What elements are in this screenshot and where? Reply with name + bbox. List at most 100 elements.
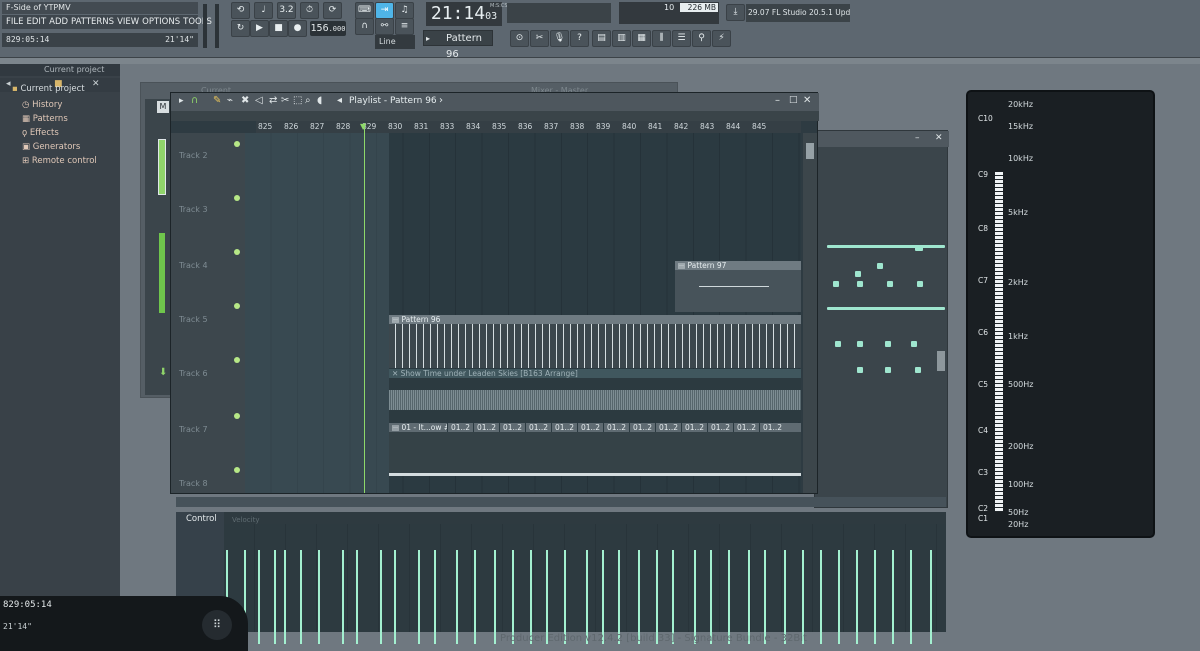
velocity-bar[interactable] <box>564 550 566 644</box>
plugin-icon[interactable]: ⚲ <box>692 30 711 47</box>
velocity-bar[interactable] <box>910 550 912 644</box>
maximize-icon[interactable]: □ <box>789 95 798 105</box>
delete-icon[interactable]: ✖ <box>241 95 249 106</box>
piano-roll-note[interactable] <box>857 281 863 287</box>
velocity-bar[interactable] <box>394 550 396 644</box>
slice-icon[interactable]: ✂ <box>281 95 289 106</box>
download-icon[interactable]: ⤓ <box>726 4 745 21</box>
clip-chop[interactable]: 01..2 <box>656 423 681 432</box>
slip-icon[interactable]: ⇄ <box>269 95 277 106</box>
metronome-button[interactable]: ♩ <box>254 2 273 19</box>
track-mute-dot[interactable] <box>234 357 240 363</box>
channels-icon[interactable]: ▦ <box>632 30 651 47</box>
clip-audio[interactable]: ✕ Show Time under Leaden Skies [B163 Arr… <box>389 369 801 378</box>
track-label[interactable]: Track 2 <box>179 151 208 160</box>
velocity-bar[interactable] <box>318 550 320 644</box>
velocity-bar[interactable] <box>456 550 458 644</box>
velocity-bar[interactable] <box>930 550 932 644</box>
typing-keyboard-icon[interactable]: ♫ <box>395 2 414 19</box>
velocity-bar[interactable] <box>710 550 712 644</box>
piano-roll-note[interactable] <box>827 245 945 248</box>
scroll-thumb[interactable] <box>806 143 814 159</box>
play-button[interactable]: ▶ <box>250 20 269 37</box>
velocity-bar[interactable] <box>802 550 804 644</box>
master-volume-slider[interactable] <box>203 4 207 48</box>
velocity-bar[interactable] <box>856 550 858 644</box>
piano-roll-note[interactable] <box>911 341 917 347</box>
pattern-prev-icon[interactable]: ▸ <box>426 34 430 43</box>
browser-item-generators[interactable]: ▣ Generators <box>22 142 80 152</box>
clip-chop[interactable]: ▤ 01 - It...ow #2 <box>389 423 447 432</box>
track-mute-dot[interactable] <box>234 413 240 419</box>
close-icon[interactable]: ✕ <box>803 95 811 106</box>
clip-chop[interactable]: 01..2 <box>604 423 629 432</box>
playlist-grid[interactable]: ▤ Pattern 97 ▤ Pattern 96 ✕ Show Time un… <box>245 133 801 493</box>
track-label[interactable]: Track 4 <box>179 261 208 270</box>
menu-file[interactable]: FILE <box>6 15 24 29</box>
plugin-picker-icon[interactable]: ✂ <box>530 30 549 47</box>
piano-roll-note[interactable] <box>915 367 921 373</box>
playback-icon[interactable]: ◖ <box>317 95 322 106</box>
event-editor[interactable]: Control Velocity <box>176 512 946 644</box>
piano-roll-note[interactable] <box>887 281 893 287</box>
velocity-bar[interactable] <box>672 550 674 644</box>
clip-chop[interactable]: 01..2 <box>708 423 733 432</box>
track-label[interactable]: Track 6 <box>179 369 208 378</box>
play-icon[interactable]: ▸ <box>179 96 184 106</box>
velocity-bar[interactable] <box>342 550 344 644</box>
help-icon[interactable]: ? <box>570 30 589 47</box>
menu-tools[interactable]: TOOLS <box>183 15 212 29</box>
piano-roll-note[interactable] <box>855 271 861 277</box>
pattern-selector[interactable]: Pattern 96 <box>423 30 493 60</box>
velocity-bar[interactable] <box>820 550 822 644</box>
browser-item-remote-control[interactable]: ⊞ Remote control <box>22 156 97 166</box>
track-mute-dot[interactable] <box>234 141 240 147</box>
velocity-bar[interactable] <box>300 550 302 644</box>
zoom-icon[interactable]: ⌕ <box>305 95 311 106</box>
master-fader[interactable] <box>159 233 165 313</box>
velocity-bar[interactable] <box>258 550 260 644</box>
track-mute-dot[interactable] <box>234 249 240 255</box>
clip-chop[interactable]: 01..2 <box>760 423 801 432</box>
menu-patterns[interactable]: PATTERNS <box>71 15 114 29</box>
clip-chop[interactable]: 01..2 <box>578 423 603 432</box>
track-label[interactable]: Track 7 <box>179 425 208 434</box>
track-label[interactable]: Track 3 <box>179 205 208 214</box>
browser-root[interactable]: ▪ Current project <box>12 84 85 94</box>
velocity-bar[interactable] <box>512 550 514 644</box>
clip-chop[interactable]: 01..2 <box>734 423 759 432</box>
velocity-bar[interactable] <box>530 550 532 644</box>
velocity-bar[interactable] <box>434 550 436 644</box>
clip-pattern-96[interactable]: ▤ Pattern 96 <box>389 315 801 324</box>
select-icon[interactable]: ⬚ <box>293 95 302 106</box>
velocity-bar[interactable] <box>284 550 286 644</box>
event-lane[interactable] <box>224 524 946 644</box>
track-mute-dot[interactable] <box>234 195 240 201</box>
minimize-icon[interactable]: – <box>775 95 780 106</box>
velocity-bar[interactable] <box>418 550 420 644</box>
clip-chop-body[interactable] <box>389 432 801 476</box>
browser-item-patterns[interactable]: ▦ Patterns <box>22 114 68 124</box>
velocity-bar[interactable] <box>474 550 476 644</box>
velocity-bar[interactable] <box>274 550 276 644</box>
piano-roll-note[interactable] <box>833 281 839 287</box>
track-label[interactable]: Track 5 <box>179 315 208 324</box>
clip-pattern-97-body[interactable] <box>675 270 801 312</box>
track-mute-dot[interactable] <box>234 303 240 309</box>
playhead-marker-icon[interactable]: ▼ <box>360 122 366 131</box>
record-button[interactable]: ● <box>288 20 307 37</box>
clip-chop[interactable]: 01..2 <box>474 423 499 432</box>
piano-roll-note[interactable] <box>857 341 863 347</box>
piano-roll-scrollbar[interactable] <box>937 351 945 371</box>
brush-icon[interactable]: ⌁ <box>227 95 233 106</box>
velocity-bar[interactable] <box>874 550 876 644</box>
menu-edit[interactable]: EDIT <box>27 15 47 29</box>
keyboard-icon[interactable]: ⌨ <box>355 2 374 19</box>
piano-roll-note[interactable] <box>827 307 945 310</box>
arrow-left-icon[interactable]: ◂ <box>6 79 11 89</box>
clip-chop[interactable]: 01..2 <box>448 423 473 432</box>
piano-roll-note[interactable] <box>835 341 841 347</box>
velocity-bar[interactable] <box>380 550 382 644</box>
piano-roll-icon[interactable]: ▥ <box>612 30 631 47</box>
stop-button[interactable]: ■ <box>269 20 288 37</box>
